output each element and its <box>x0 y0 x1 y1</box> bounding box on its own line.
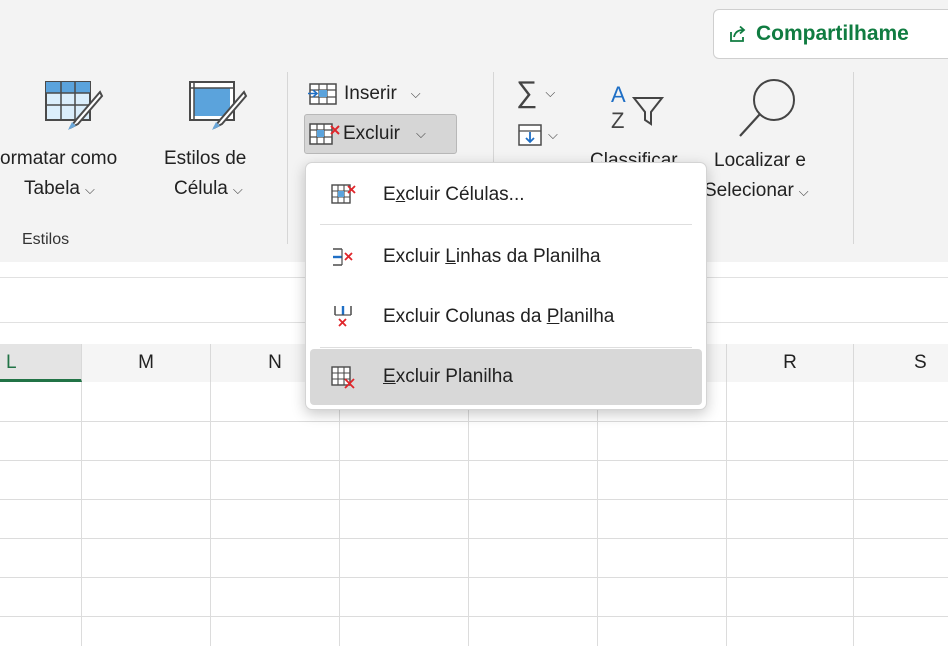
insert-cells-icon <box>308 83 337 105</box>
search-icon <box>739 79 795 137</box>
chevron-down-icon: ⌵ <box>232 182 243 197</box>
column-header-r[interactable]: R <box>727 344 854 382</box>
grid-row-line <box>0 577 948 578</box>
svg-text:Z: Z <box>611 108 624 133</box>
grid-col-line <box>468 382 469 646</box>
chevron-down-icon: ⌵ <box>85 182 95 197</box>
fill-down-icon <box>518 124 542 146</box>
chevron-down-icon: ⌵ <box>416 126 426 141</box>
insert-label: Inserir <box>344 83 397 104</box>
cell-styles-label-1: Estilos de <box>164 148 247 169</box>
group-label-estilos: Estilos <box>22 231 70 248</box>
format-table-icon <box>45 81 104 130</box>
menu-item-delete-rows[interactable]: Excluir Linhas da Planilha <box>310 229 702 285</box>
sort-filter-icon: A Z <box>611 82 665 133</box>
cell-styles-label-2: Célula <box>174 178 228 199</box>
grid-row-line <box>0 499 948 500</box>
delete-sheet-icon <box>331 366 355 389</box>
delete-rows-icon <box>333 248 353 266</box>
share-icon <box>730 25 746 42</box>
column-header-s[interactable]: S <box>854 344 948 382</box>
svg-text:A: A <box>611 82 626 107</box>
menu-item-delete-columns[interactable]: Excluir Colunas da Planilha <box>310 289 702 345</box>
chevron-down-icon: ⌵ <box>410 86 421 101</box>
format-as-table-label-2: Tabela <box>24 178 80 199</box>
find-select-label-2: Selecionar <box>704 180 794 201</box>
share-button[interactable]: Compartilhame <box>713 9 948 59</box>
cell-styles-icon <box>189 81 248 130</box>
delete-dropdown-menu: Excluir Células... Excluir Linhas da Pla… <box>305 162 707 410</box>
delete-cells-icon <box>309 123 340 145</box>
delete-cells-icon <box>331 184 356 204</box>
group-separator <box>287 72 288 244</box>
column-header-l[interactable]: L <box>0 344 82 382</box>
delete-columns-icon <box>334 306 352 327</box>
column-header-m[interactable]: M <box>82 344 211 382</box>
grid-row-line <box>0 421 948 422</box>
menu-item-delete-cells[interactable]: Excluir Células... <box>310 167 702 223</box>
grid-row-line <box>0 460 948 461</box>
menu-item-label: Excluir Células... <box>383 184 525 205</box>
menu-item-label: Excluir Linhas da Planilha <box>383 246 601 267</box>
format-as-table-button[interactable]: ormatar como Tabela ⌵ <box>0 70 160 220</box>
cell-styles-button[interactable]: Estilos de Célula ⌵ <box>162 70 272 220</box>
menu-item-delete-sheet[interactable]: Excluir Planilha <box>310 349 702 405</box>
grid-col-line <box>726 382 727 646</box>
insert-button[interactable]: Inserir ⌵ <box>306 78 421 110</box>
delete-button[interactable]: Excluir ⌵ <box>304 114 457 154</box>
find-select-label-1: Localizar e <box>714 150 806 171</box>
menu-separator <box>320 347 692 348</box>
grid-col-line <box>597 382 598 646</box>
menu-item-label: Excluir Planilha <box>383 366 513 387</box>
menu-separator <box>320 224 692 225</box>
delete-label: Excluir <box>343 123 401 144</box>
group-separator <box>853 72 854 244</box>
format-as-table-label-1: ormatar como <box>0 148 118 169</box>
grid-col-line <box>339 382 340 646</box>
chevron-down-icon: ⌵ <box>548 127 558 142</box>
grid-row-line <box>0 616 948 617</box>
autosum-button[interactable]: ∑ ⌵ <box>516 76 555 110</box>
grid-col-line <box>81 382 82 646</box>
grid-row-line <box>0 538 948 539</box>
chevron-down-icon: ⌵ <box>545 85 556 100</box>
sigma-icon: ∑ <box>516 76 538 109</box>
grid-col-line <box>210 382 211 646</box>
fill-button[interactable]: ⌵ <box>516 118 558 152</box>
find-select-button[interactable]: Localizar e Selecionar ⌵ <box>700 70 840 220</box>
menu-item-label: Excluir Colunas da Planilha <box>383 306 615 327</box>
grid-col-line <box>853 382 854 646</box>
chevron-down-icon: ⌵ <box>798 184 809 199</box>
share-label: Compartilhame <box>756 22 909 45</box>
